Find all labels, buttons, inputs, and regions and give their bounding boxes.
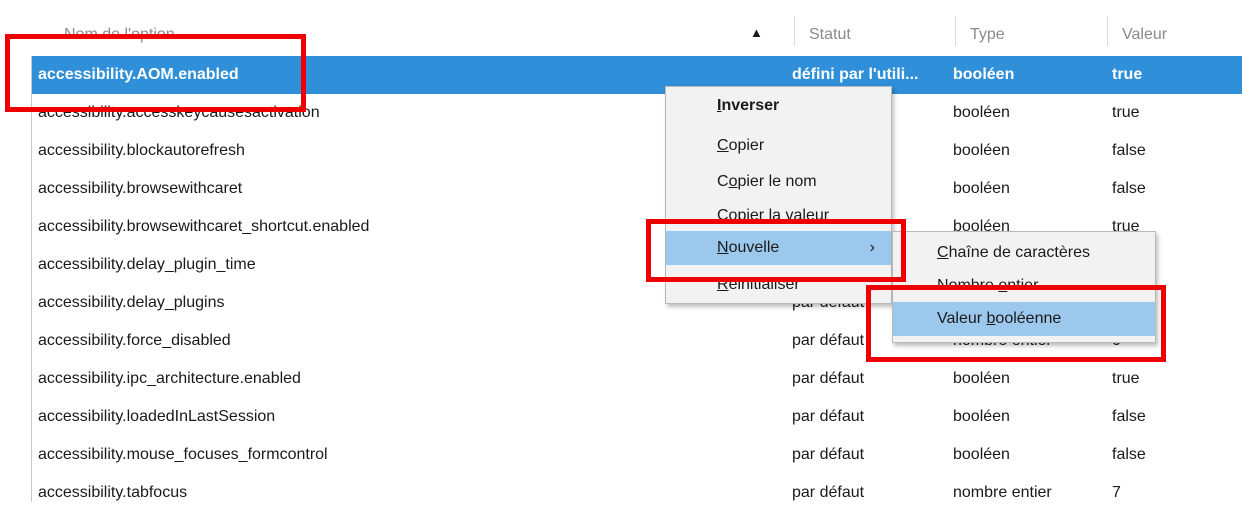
label-text: nverser xyxy=(721,97,780,114)
access-key: R xyxy=(717,276,729,293)
status-cell: par défaut xyxy=(792,484,865,501)
type-cell: booléen xyxy=(953,408,1010,425)
table-row[interactable]: accessibility.browsewithcaret booléen fals… xyxy=(32,170,1242,208)
label-text: Valeur xyxy=(937,310,987,327)
context-menu-item-label: Nouvelle xyxy=(717,231,779,265)
access-key: e xyxy=(998,277,1008,294)
label-text: haîne de caractères xyxy=(948,244,1090,261)
context-menu-item[interactable]: Nouvelle › xyxy=(666,231,891,265)
label-text: Nombre xyxy=(937,277,999,294)
table-row[interactable]: accessibility.ipc_architecture.enabled pa… xyxy=(32,360,1242,398)
submenu-item-label: Nombre entier xyxy=(937,269,1038,303)
table-row[interactable]: accessibility.loadedInLastSession par déf… xyxy=(32,398,1242,436)
label-text: C xyxy=(717,173,729,190)
type-cell: nombre entier xyxy=(953,484,1052,501)
type-cell: booléen xyxy=(953,370,1010,387)
label-text: pier le nom xyxy=(737,173,817,190)
option-name-cell: accessibility.ipc_architecture.enabled xyxy=(38,370,301,387)
option-name-cell: accessibility.force_disabled xyxy=(38,332,231,349)
label-text: éinitialiser xyxy=(728,276,800,293)
sort-up-icon: ▲ xyxy=(750,25,763,40)
column-separator[interactable] xyxy=(955,16,956,46)
column-header-value[interactable]: Valeur xyxy=(1122,0,1232,56)
value-cell: 7 xyxy=(1112,484,1121,501)
type-cell: booléen xyxy=(953,446,1010,463)
submenu-item[interactable]: Valeur booléenne xyxy=(893,302,1155,336)
label-text: ouvelle xyxy=(728,239,780,256)
context-menu: Inverser Copier Copier le nom Copier la val… xyxy=(665,86,892,304)
submenu-item[interactable]: Nombre entier xyxy=(893,269,1155,303)
status-cell: par défaut xyxy=(792,446,865,463)
status-cell: par défaut xyxy=(792,408,865,425)
column-separator[interactable] xyxy=(1107,16,1108,46)
column-header-type[interactable]: Type xyxy=(970,0,1100,56)
access-key: N xyxy=(717,239,729,256)
label-text: Copier la xyxy=(717,207,786,224)
option-name-cell: accessibility.tabfocus xyxy=(38,484,188,501)
context-menu-item-label: Copier la valeur xyxy=(717,199,829,233)
context-menu-item-label: Réinitialiser xyxy=(717,268,800,302)
context-menu-item[interactable]: Inverser xyxy=(666,89,891,123)
access-key: C xyxy=(717,137,729,154)
table-row[interactable]: accessibility.accesskeycausesactivation b… xyxy=(32,94,1242,132)
submenu-item-label: Valeur booléenne xyxy=(937,302,1061,336)
status-cell: par défaut xyxy=(792,370,865,387)
context-menu-item-label: Copier le nom xyxy=(717,165,817,199)
value-cell: true xyxy=(1112,370,1140,387)
context-menu-item[interactable]: Réinitialiser xyxy=(666,268,891,302)
table-header: Nom de l'option ▲ Statut Type Valeur xyxy=(0,0,1242,56)
option-name-cell: accessibility.loadedInLastSession xyxy=(38,408,276,425)
value-cell: true xyxy=(1112,66,1143,83)
value-cell: false xyxy=(1112,446,1146,463)
label-text: aleur xyxy=(793,207,830,224)
context-menu-item-label: Copier xyxy=(717,129,764,163)
context-menu-item-label: Inverser xyxy=(717,89,779,123)
table-row[interactable]: accessibility.blockautorefresh booléen fal… xyxy=(32,132,1242,170)
access-key: C xyxy=(937,244,949,261)
context-menu-item[interactable]: Copier xyxy=(666,129,891,163)
column-header-name[interactable]: Nom de l'option xyxy=(64,0,744,56)
type-cell: booléen xyxy=(953,104,1010,121)
table-row[interactable]: accessibility.tabfocus par défaut nombre e… xyxy=(32,474,1242,512)
type-cell: booléen xyxy=(953,142,1010,159)
value-cell: false xyxy=(1112,180,1146,197)
value-cell: false xyxy=(1112,142,1146,159)
context-menu-item[interactable]: Copier la valeur xyxy=(666,199,891,233)
submenu-new: Chaîne de caractères Nombre entier Valeur … xyxy=(892,231,1156,343)
column-separator[interactable] xyxy=(794,16,795,46)
chevron-right-icon: › xyxy=(869,239,875,256)
option-name-cell: accessibility.mouse_focuses_formcontrol xyxy=(38,446,328,463)
column-header-status[interactable]: Statut xyxy=(809,0,949,56)
label-text: opier xyxy=(728,137,765,154)
value-cell: true xyxy=(1112,104,1140,121)
table-row[interactable]: accessibility.mouse_focuses_formcontrol p… xyxy=(32,436,1242,474)
label-text: ntier xyxy=(1007,277,1039,294)
type-cell: booléen xyxy=(953,180,1010,197)
label-text: ooléenne xyxy=(995,310,1062,327)
context-menu-item[interactable]: Copier le nom xyxy=(666,165,891,199)
submenu-item-label: Chaîne de caractères xyxy=(937,236,1090,270)
table-row-selected[interactable]: accessibility.AOM.enabled défini par l'ut… xyxy=(32,56,1242,94)
type-cell: booléen xyxy=(953,66,1015,83)
value-cell: false xyxy=(1112,408,1146,425)
submenu-item[interactable]: Chaîne de caractères xyxy=(893,236,1155,270)
